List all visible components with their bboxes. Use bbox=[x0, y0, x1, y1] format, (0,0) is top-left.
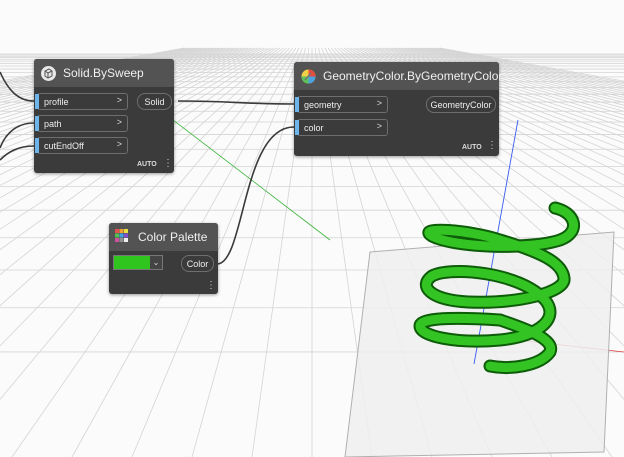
input-port-geometry[interactable]: geometry > bbox=[295, 96, 388, 113]
port-label: color bbox=[304, 122, 324, 133]
solid-sweep-icon bbox=[40, 65, 57, 82]
more-options-icon[interactable]: ⋮ bbox=[487, 141, 497, 151]
lacing-label[interactable]: AUTO bbox=[462, 144, 482, 151]
more-options-icon[interactable]: ⋮ bbox=[163, 159, 173, 169]
node-title: Color Palette bbox=[138, 230, 208, 244]
color-palette-node[interactable]: Color Palette ⌄ Color ⋮ bbox=[109, 223, 218, 294]
chevron-down-icon[interactable]: ⌄ bbox=[150, 256, 162, 269]
chevron-right-icon: > bbox=[116, 95, 122, 105]
color-swatch bbox=[114, 256, 150, 269]
input-port-cutendoff[interactable]: cutEndOff > bbox=[35, 137, 128, 154]
wire-color-to-color bbox=[216, 126, 295, 265]
chevron-right-icon: > bbox=[376, 121, 382, 131]
output-port-geometrycolor[interactable]: GeometryColor bbox=[426, 96, 496, 113]
node-header[interactable]: Solid.BySweep bbox=[34, 59, 174, 87]
input-port-profile[interactable]: profile > bbox=[35, 93, 128, 110]
port-marker bbox=[295, 120, 299, 135]
port-label: cutEndOff bbox=[44, 140, 84, 151]
chevron-right-icon: > bbox=[116, 117, 122, 127]
port-label: path bbox=[44, 118, 62, 129]
port-marker bbox=[35, 116, 39, 131]
more-options-icon[interactable]: ⋮ bbox=[206, 281, 216, 291]
geometrycolor-node[interactable]: GeometryColor.ByGeometryColor geometry >… bbox=[294, 62, 503, 156]
node-header[interactable]: Color Palette bbox=[109, 223, 218, 251]
chevron-right-icon: > bbox=[116, 139, 122, 149]
port-marker bbox=[295, 97, 299, 112]
output-port-solid[interactable]: Solid bbox=[137, 93, 172, 110]
port-label: Solid bbox=[144, 96, 165, 107]
color-swatch-picker[interactable]: ⌄ bbox=[113, 255, 163, 270]
chevron-right-icon: > bbox=[376, 98, 382, 108]
port-label: profile bbox=[44, 96, 69, 107]
port-marker bbox=[35, 94, 39, 109]
port-marker bbox=[35, 138, 39, 153]
output-port-color[interactable]: Color bbox=[181, 255, 214, 272]
port-label: Color bbox=[186, 258, 209, 269]
palette-grid-icon bbox=[115, 228, 132, 246]
solid-bysweep-node[interactable]: Solid.BySweep profile > path > cutEndOff… bbox=[34, 59, 174, 173]
node-title: GeometryColor.ByGeometryColor bbox=[323, 69, 503, 83]
node-header[interactable]: GeometryColor.ByGeometryColor bbox=[294, 62, 503, 90]
node-title: Solid.BySweep bbox=[63, 66, 144, 80]
input-port-color[interactable]: color > bbox=[295, 119, 388, 136]
input-port-path[interactable]: path > bbox=[35, 115, 128, 132]
lacing-label[interactable]: AUTO bbox=[137, 161, 157, 168]
port-label: GeometryColor bbox=[430, 99, 492, 110]
port-label: geometry bbox=[304, 99, 342, 110]
color-wheel-icon bbox=[300, 68, 317, 85]
